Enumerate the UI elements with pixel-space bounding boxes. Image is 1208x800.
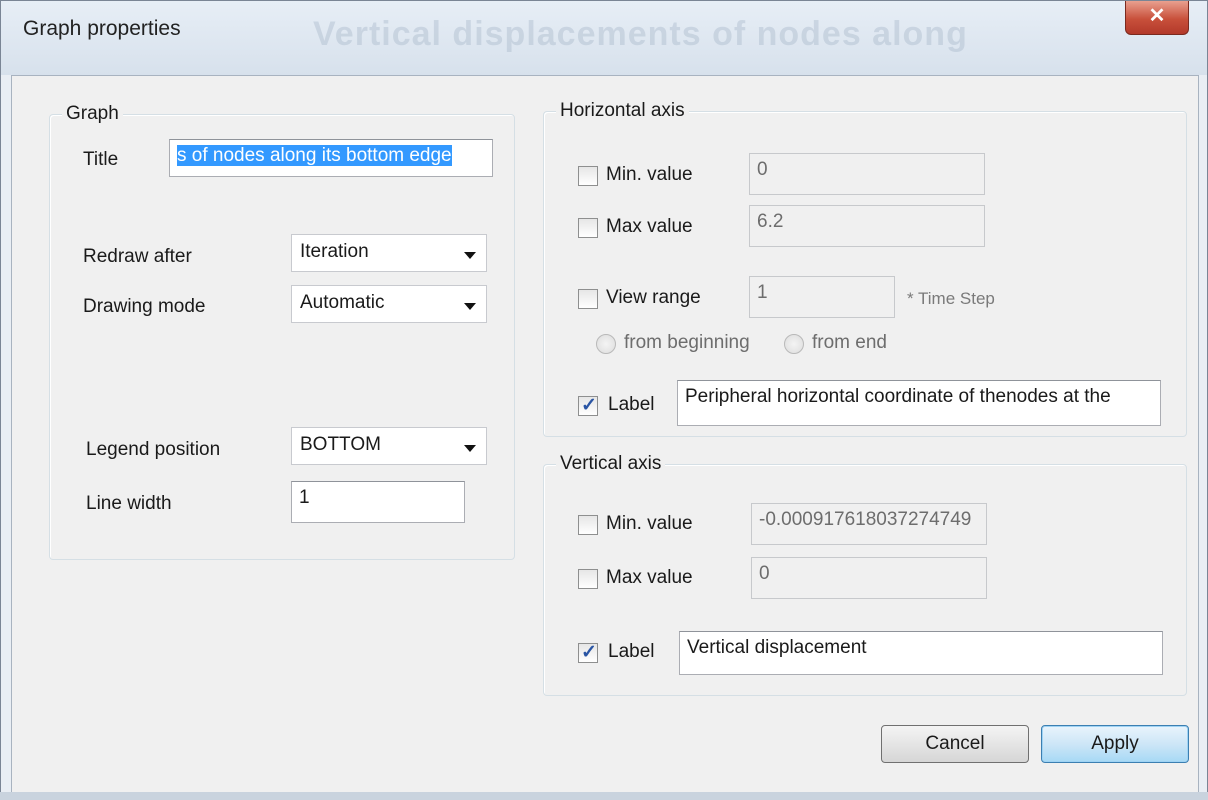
- line-width-input[interactable]: 1: [291, 481, 465, 523]
- graph-group: Graph Title s of nodes along its bottom …: [49, 103, 515, 560]
- h-max-checkbox[interactable]: [578, 218, 598, 238]
- v-max-checkbox[interactable]: [578, 569, 598, 589]
- h-min-value: 0: [757, 159, 768, 180]
- title-bar[interactable]: Vertical displacements of nodes along Gr…: [1, 1, 1207, 75]
- h-label-value: Peripheral horizontal coordinate of then…: [685, 386, 1111, 407]
- line-width-label: Line width: [86, 493, 172, 514]
- legend-position-value: BOTTOM: [300, 434, 381, 455]
- horizontal-axis-group: Horizontal axis Min. value 0 Max value 6…: [543, 100, 1187, 437]
- line-width-value: 1: [299, 487, 310, 508]
- h-label-checkbox[interactable]: [578, 394, 598, 417]
- h-max-label: Max value: [606, 216, 693, 237]
- time-step-hint: * Time Step: [907, 289, 995, 308]
- v-label-input[interactable]: Vertical displacement: [679, 631, 1163, 675]
- drawing-mode-value: Automatic: [300, 292, 385, 313]
- close-button[interactable]: ✕: [1125, 1, 1189, 35]
- v-max-value: 0: [759, 563, 770, 584]
- title-input[interactable]: s of nodes along its bottom edge: [169, 139, 493, 177]
- vertical-axis-group: Vertical axis Min. value -0.000917618037…: [543, 453, 1187, 696]
- redraw-after-select[interactable]: Iteration: [291, 234, 487, 272]
- view-range-value: 1: [757, 282, 768, 303]
- view-range-input[interactable]: 1: [749, 276, 895, 318]
- h-label-input[interactable]: Peripheral horizontal coordinate of then…: [677, 380, 1161, 426]
- drawing-mode-label: Drawing mode: [83, 296, 206, 317]
- legend-position-label: Legend position: [86, 439, 221, 460]
- legend-position-select[interactable]: BOTTOM: [291, 427, 487, 465]
- v-min-input[interactable]: -0.000917618037274749: [751, 503, 987, 545]
- from-end-radio[interactable]: [784, 334, 804, 354]
- graph-properties-dialog: Vertical displacements of nodes along Gr…: [0, 0, 1208, 800]
- title-label: Title: [83, 149, 119, 170]
- vertical-axis-legend: Vertical axis: [556, 453, 666, 475]
- h-max-input[interactable]: 6.2: [749, 205, 985, 247]
- background-window-title: Vertical displacements of nodes along: [313, 15, 968, 53]
- view-range-label: View range: [606, 287, 701, 308]
- from-end-label: from end: [812, 332, 887, 353]
- chevron-down-icon: [464, 252, 476, 259]
- graph-group-legend: Graph: [62, 103, 123, 125]
- redraw-after-label: Redraw after: [83, 246, 192, 267]
- from-beginning-radio[interactable]: [596, 334, 616, 354]
- h-max-value: 6.2: [757, 211, 784, 232]
- redraw-after-value: Iteration: [300, 241, 369, 262]
- from-beginning-label: from beginning: [624, 332, 750, 353]
- title-input-value: s of nodes along its bottom edge: [177, 145, 452, 166]
- h-min-input[interactable]: 0: [749, 153, 985, 195]
- h-min-checkbox[interactable]: [578, 166, 598, 186]
- chevron-down-icon: [464, 303, 476, 310]
- drawing-mode-select[interactable]: Automatic: [291, 285, 487, 323]
- cancel-button[interactable]: Cancel: [881, 725, 1029, 763]
- window-bottom-edge: [0, 792, 1208, 800]
- h-label-label: Label: [608, 394, 655, 415]
- close-icon: ✕: [1148, 5, 1166, 27]
- dialog-title: Graph properties: [23, 17, 181, 40]
- v-max-input[interactable]: 0: [751, 557, 987, 599]
- v-min-value: -0.000917618037274749: [759, 509, 972, 530]
- v-min-checkbox[interactable]: [578, 515, 598, 535]
- view-range-checkbox[interactable]: [578, 289, 598, 309]
- horizontal-axis-legend: Horizontal axis: [556, 100, 689, 122]
- v-label-checkbox[interactable]: [578, 641, 598, 664]
- v-max-label: Max value: [606, 567, 693, 588]
- chevron-down-icon: [464, 445, 476, 452]
- v-label-value: Vertical displacement: [687, 637, 867, 658]
- dialog-client-area: Graph Title s of nodes along its bottom …: [11, 75, 1199, 793]
- v-label-label: Label: [608, 641, 655, 662]
- apply-button[interactable]: Apply: [1041, 725, 1189, 763]
- v-min-label: Min. value: [606, 513, 693, 534]
- h-min-label: Min. value: [606, 164, 693, 185]
